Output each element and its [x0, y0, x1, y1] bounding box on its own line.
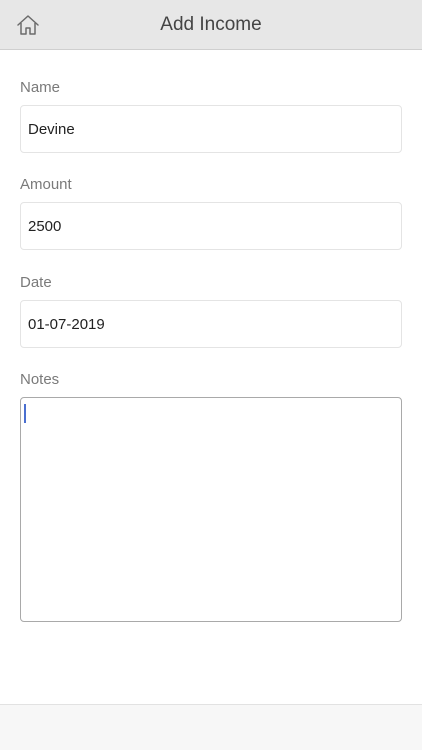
home-icon [17, 15, 39, 35]
notes-label: Notes [20, 371, 60, 388]
amount-input[interactable] [20, 202, 402, 250]
notes-wrapper [20, 397, 402, 622]
home-button[interactable] [12, 10, 44, 40]
name-label: Name [20, 79, 61, 96]
name-input[interactable] [20, 105, 402, 153]
header-bar: Add Income [0, 0, 422, 50]
date-label: Date [20, 274, 52, 291]
footer-bar [0, 704, 422, 750]
notes-textarea[interactable] [20, 397, 402, 622]
page-title: Add Income [160, 14, 262, 35]
date-input[interactable] [20, 300, 402, 348]
amount-label: Amount [20, 176, 72, 193]
